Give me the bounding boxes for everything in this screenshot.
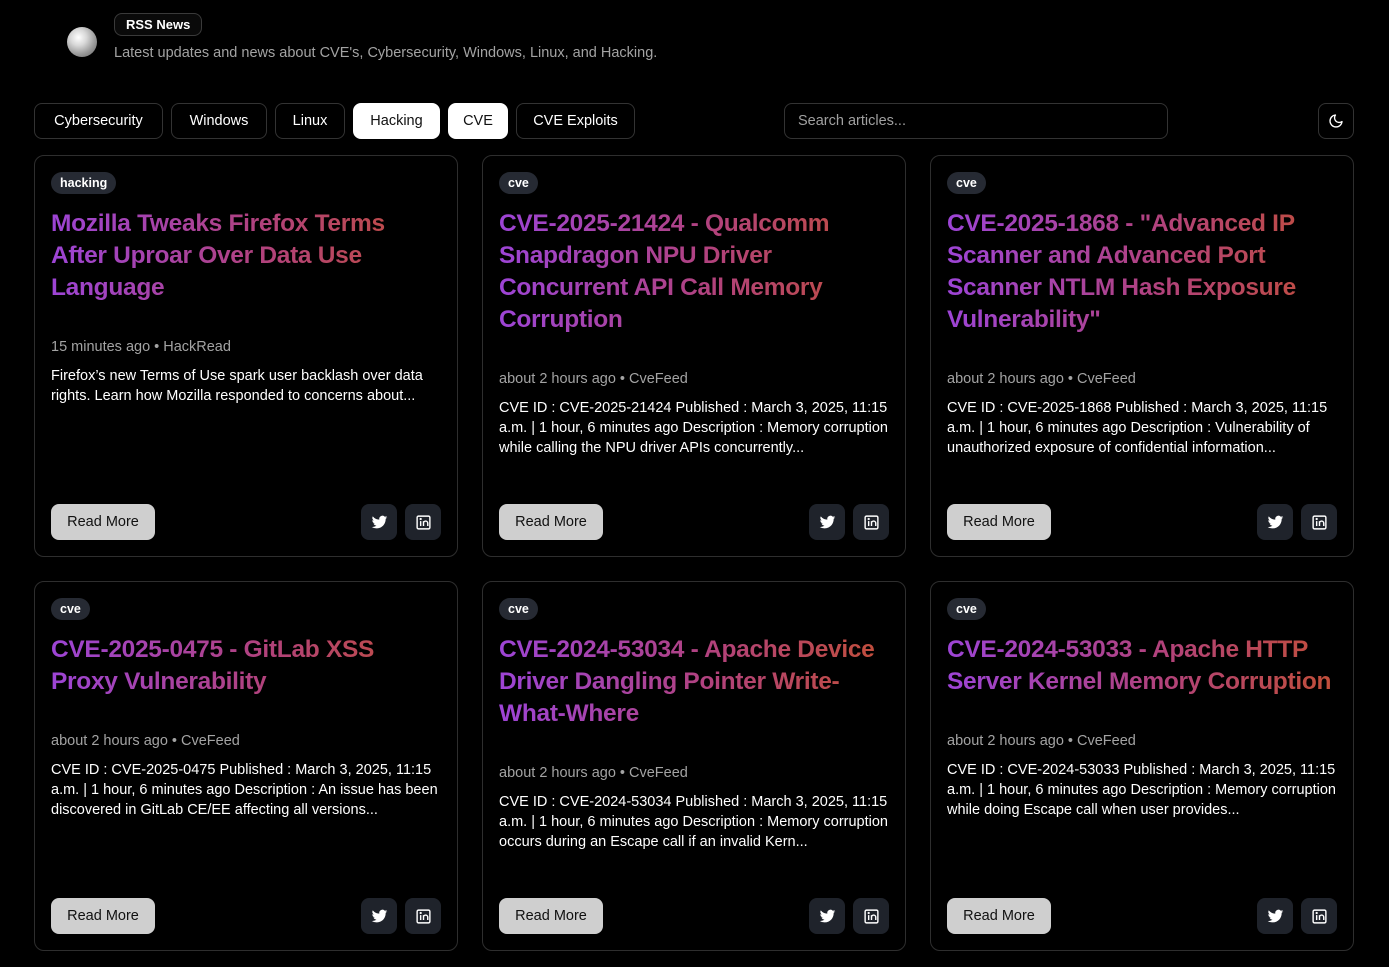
article-meta: about 2 hours ago • CveFeed (947, 371, 1136, 387)
article-card: cve CVE-2025-21424 - Qualcomm Snapdragon… (482, 155, 906, 557)
article-time: about 2 hours ago (499, 765, 616, 781)
article-meta: about 2 hours ago • CveFeed (499, 371, 688, 387)
article-title[interactable]: CVE-2024-53034 - Apache Device Driver Da… (499, 634, 894, 730)
article-summary: Firefox’s new Terms of Use spark user ba… (51, 368, 423, 404)
article-source: CveFeed (628, 371, 688, 387)
article-time: about 2 hours ago (947, 371, 1064, 387)
linkedin-icon (415, 908, 431, 924)
article-source: CveFeed (628, 765, 688, 781)
read-more-button[interactable]: Read More (51, 898, 155, 934)
twitter-icon (819, 515, 835, 528)
read-more-button[interactable]: Read More (51, 504, 155, 540)
share-twitter-button[interactable] (361, 504, 397, 540)
filter-linux[interactable]: Linux (275, 103, 345, 139)
article-summary: CVE ID : CVE-2025-21424 Published : Marc… (499, 400, 888, 456)
moon-icon (1329, 114, 1343, 128)
article-meta: about 2 hours ago • CveFeed (947, 733, 1136, 749)
category-tag: hacking (51, 172, 117, 194)
share-linkedin-button[interactable] (405, 504, 441, 540)
globe-icon (67, 27, 97, 57)
article-meta: about 2 hours ago • CveFeed (51, 733, 240, 749)
brand-badge: RSS News (114, 13, 203, 36)
twitter-icon (1267, 909, 1283, 922)
share-linkedin-button[interactable] (853, 504, 889, 540)
share-twitter-button[interactable] (1257, 898, 1293, 934)
article-time: about 2 hours ago (947, 733, 1064, 749)
linkedin-icon (863, 514, 879, 530)
category-tag: cve (947, 172, 986, 194)
share-linkedin-button[interactable] (1301, 504, 1337, 540)
share-twitter-button[interactable] (361, 898, 397, 934)
article-time: about 2 hours ago (51, 733, 168, 749)
category-tag: cve (499, 598, 538, 620)
theme-toggle-button[interactable] (1318, 103, 1354, 139)
article-card: cve CVE-2025-1868 - "Advanced IP Scanner… (930, 155, 1354, 557)
article-summary: CVE ID : CVE-2024-53034 Published : Marc… (499, 794, 888, 850)
twitter-icon (371, 909, 387, 922)
share-linkedin-button[interactable] (853, 898, 889, 934)
read-more-button[interactable]: Read More (947, 504, 1051, 540)
twitter-icon (819, 909, 835, 922)
article-summary: CVE ID : CVE-2024-53033 Published : Marc… (947, 762, 1336, 818)
category-tag: cve (499, 172, 538, 194)
article-card: hacking Mozilla Tweaks Firefox Terms Aft… (34, 155, 458, 557)
article-source: HackRead (163, 339, 231, 355)
article-title[interactable]: Mozilla Tweaks Firefox Terms After Uproa… (51, 208, 446, 304)
linkedin-icon (1311, 514, 1327, 530)
article-card: cve CVE-2024-53033 - Apache HTTP Server … (930, 581, 1354, 951)
site-header: RSS News Latest updates and news about C… (0, 0, 1389, 90)
filter-cybersecurity[interactable]: Cybersecurity (34, 103, 163, 139)
article-title[interactable]: CVE-2024-53033 - Apache HTTP Server Kern… (947, 634, 1342, 698)
twitter-icon (371, 515, 387, 528)
article-title[interactable]: CVE-2025-1868 - "Advanced IP Scanner and… (947, 208, 1342, 336)
category-tag: cve (51, 598, 90, 620)
article-source: CveFeed (1076, 733, 1136, 749)
linkedin-icon (1311, 908, 1327, 924)
linkedin-icon (415, 514, 431, 530)
article-summary: CVE ID : CVE-2025-1868 Published : March… (947, 400, 1328, 456)
category-tag: cve (947, 598, 986, 620)
article-card: cve CVE-2024-53034 - Apache Device Drive… (482, 581, 906, 951)
article-source: CveFeed (1076, 371, 1136, 387)
search-input[interactable] (784, 103, 1168, 139)
share-twitter-button[interactable] (1257, 504, 1293, 540)
article-meta: about 2 hours ago • CveFeed (499, 765, 688, 781)
article-title[interactable]: CVE-2025-0475 - GitLab XSS Proxy Vulnera… (51, 634, 446, 698)
twitter-icon (1267, 515, 1283, 528)
share-twitter-button[interactable] (809, 504, 845, 540)
article-title[interactable]: CVE-2025-21424 - Qualcomm Snapdragon NPU… (499, 208, 894, 336)
share-linkedin-button[interactable] (405, 898, 441, 934)
article-time: 15 minutes ago (51, 339, 151, 355)
read-more-button[interactable]: Read More (947, 898, 1051, 934)
article-time: about 2 hours ago (499, 371, 616, 387)
linkedin-icon (863, 908, 879, 924)
filter-hacking[interactable]: Hacking (353, 103, 440, 139)
share-twitter-button[interactable] (809, 898, 845, 934)
article-card: cve CVE-2025-0475 - GitLab XSS Proxy Vul… (34, 581, 458, 951)
read-more-button[interactable]: Read More (499, 504, 603, 540)
filter-cve[interactable]: CVE (448, 103, 508, 139)
article-summary: CVE ID : CVE-2025-0475 Published : March… (51, 762, 438, 818)
share-linkedin-button[interactable] (1301, 898, 1337, 934)
article-meta: 15 minutes ago • HackRead (51, 339, 231, 355)
site-tagline: Latest updates and news about CVE's, Cyb… (114, 45, 658, 61)
filter-windows[interactable]: Windows (171, 103, 267, 139)
article-source: CveFeed (180, 733, 240, 749)
read-more-button[interactable]: Read More (499, 898, 603, 934)
filter-cve-exploits[interactable]: CVE Exploits (516, 103, 635, 139)
